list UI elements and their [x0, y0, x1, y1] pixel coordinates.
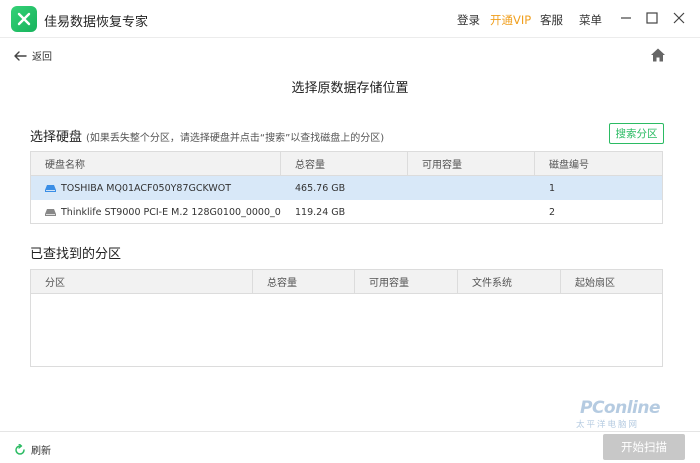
disk-name: TOSHIBA MQ01ACF050Y87GCKWOT	[61, 182, 232, 194]
minimize-button[interactable]	[616, 8, 636, 28]
column-header-disk-id[interactable]: 磁盘编号	[535, 152, 662, 176]
hard-disk-icon	[45, 208, 56, 216]
maximize-button[interactable]	[642, 8, 662, 28]
close-button[interactable]	[669, 8, 689, 28]
back-button[interactable]: 返回	[14, 48, 52, 63]
watermark: PConline 太平洋电脑网	[560, 398, 690, 430]
disk-section-title: 选择硬盘 (如果丢失整个分区，请选择硬盘并点击“搜索”以查找磁盘上的分区)	[30, 126, 384, 145]
disk-row[interactable]: Thinklife ST9000 PCI-E M.2 128G0100_0000…	[31, 200, 662, 224]
app-logo-icon	[11, 6, 37, 32]
column-header-disk-name[interactable]: 硬盘名称	[31, 151, 281, 176]
refresh-button[interactable]: 刷新	[14, 442, 51, 457]
disk-id: 1	[549, 182, 556, 194]
back-label: 返回	[32, 52, 52, 63]
disk-free	[408, 200, 535, 224]
maximize-icon	[646, 12, 658, 24]
column-header-free[interactable]: 可用容量	[355, 269, 458, 294]
page-title: 选择原数据存储位置	[291, 81, 409, 96]
column-header-total[interactable]: 总容量	[253, 269, 355, 294]
disk-name-cell: Thinklife ST9000 PCI-E M.2 128G0100_0000…	[31, 200, 281, 224]
home-icon	[651, 48, 665, 62]
column-header-start-sector[interactable]: 起始扇区	[561, 270, 662, 294]
service-link[interactable]: 客服	[540, 12, 563, 28]
watermark-logo: PConline	[580, 398, 661, 418]
footer-bar: 刷新	[0, 431, 700, 463]
search-partition-button[interactable]: 搜索分区	[609, 123, 664, 144]
disk-table-header: 硬盘名称 总容量 可用容量 磁盘编号	[31, 151, 662, 176]
app-title: 佳易数据恢复专家	[44, 15, 149, 30]
disk-id: 2	[549, 206, 556, 218]
refresh-label: 刷新	[31, 446, 51, 457]
start-scan-button[interactable]: 开始扫描	[603, 434, 685, 460]
column-header-free[interactable]: 可用容量	[408, 151, 535, 176]
column-header-total[interactable]: 总容量	[281, 151, 408, 176]
home-button[interactable]	[650, 47, 666, 63]
disk-table: 硬盘名称 总容量 可用容量 磁盘编号 TOSHIBA MQ01ACF050Y87…	[30, 151, 663, 224]
menu-link[interactable]: 菜单	[579, 12, 602, 28]
column-header-partition[interactable]: 分区	[31, 269, 253, 294]
login-link[interactable]: 登录	[457, 12, 480, 28]
column-header-filesystem[interactable]: 文件系统	[458, 269, 561, 294]
disk-name-cell: TOSHIBA MQ01ACF050Y87GCKWOT	[31, 176, 281, 200]
partition-section-title: 已查找到的分区	[30, 247, 122, 262]
disk-section-heading: 选择硬盘	[30, 130, 83, 145]
disk-row[interactable]: TOSHIBA MQ01ACF050Y87GCKWOT 465.76 GB 1	[31, 176, 662, 200]
disk-total: 119.24 GB	[295, 206, 346, 218]
hard-disk-icon	[45, 184, 56, 192]
title-bar: 佳易数据恢复专家 登录 开通VIP 客服 菜单	[0, 0, 700, 38]
disk-section-hint: (如果丢失整个分区，请选择硬盘并点击“搜索”以查找磁盘上的分区)	[86, 133, 385, 144]
partition-table-header: 分区 总容量 可用容量 文件系统 起始扇区	[31, 269, 662, 294]
disk-total: 465.76 GB	[295, 182, 346, 194]
watermark-subtitle: 太平洋电脑网	[576, 420, 640, 430]
minimize-icon	[621, 17, 631, 19]
arrow-left-icon	[14, 50, 27, 61]
disk-free	[408, 176, 535, 200]
refresh-icon	[15, 443, 25, 455]
partition-table: 分区 总容量 可用容量 文件系统 起始扇区	[30, 269, 663, 367]
close-icon	[673, 12, 685, 24]
disk-name: Thinklife ST9000 PCI-E M.2 128G0100_0000…	[61, 206, 281, 218]
vip-link[interactable]: 开通VIP	[490, 12, 531, 28]
